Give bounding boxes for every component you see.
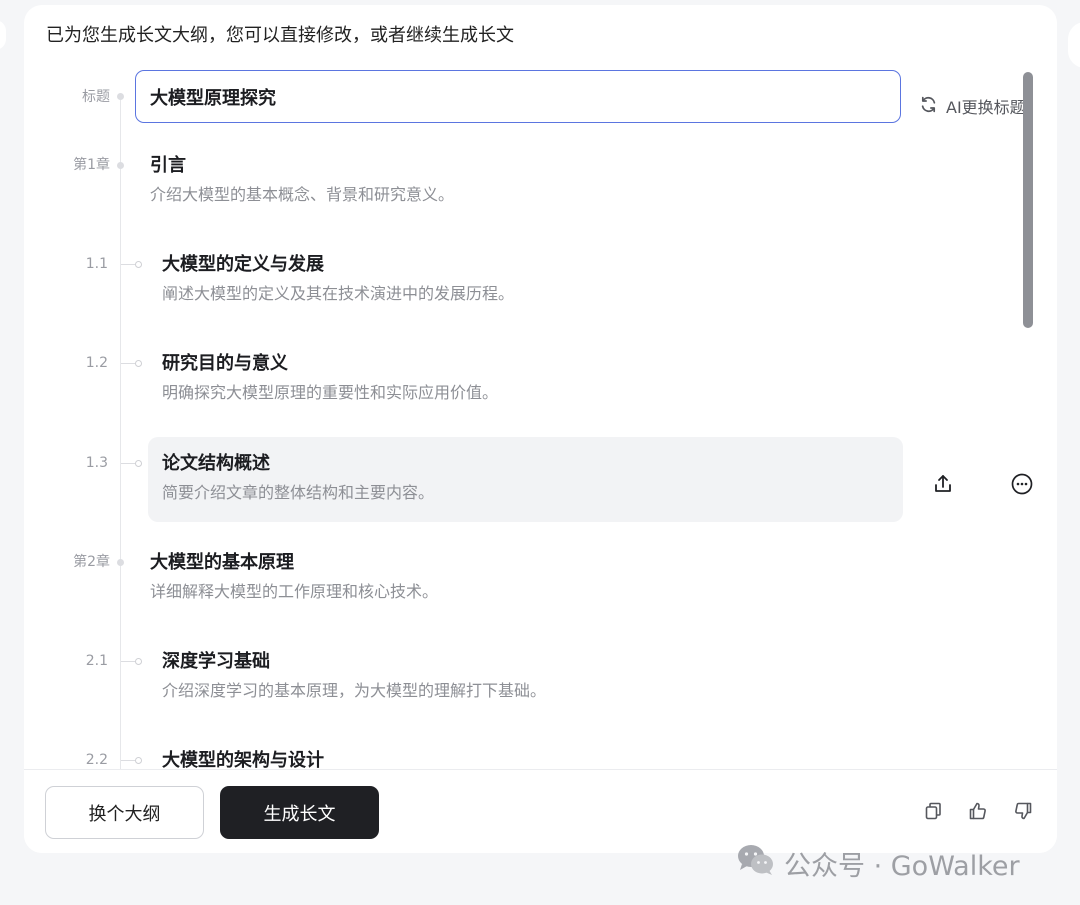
section-1-3-label: 1.3: [85, 455, 108, 471]
outline-scrollbar[interactable]: [1023, 72, 1033, 328]
thumbs-up-icon: [968, 801, 988, 825]
section-2-1-title[interactable]: 深度学习基础: [162, 649, 270, 675]
section-1-2-desc[interactable]: 明确探究大模型原理的重要性和实际应用价值。: [162, 381, 498, 405]
copy-button[interactable]: [922, 802, 944, 824]
outline-list[interactable]: 标题 大模型原理探究 AI更换标题 第1章 引言 介绍大模型的基本概念、背景和研…: [24, 65, 1057, 769]
more-circle-icon: [1010, 472, 1034, 500]
outline-title-input[interactable]: 大模型原理探究: [135, 70, 901, 123]
left-panel-edge: [0, 20, 6, 50]
chapter-2-title[interactable]: 大模型的基本原理: [150, 550, 294, 576]
section-2-1-label: 2.1: [85, 653, 108, 669]
dislike-button[interactable]: [1012, 802, 1034, 824]
right-panel-edge: [1068, 22, 1080, 68]
switch-outline-button[interactable]: 换个大纲: [45, 786, 204, 839]
section-1-3-connector: [121, 463, 135, 464]
timeline-line: [120, 95, 121, 769]
section-2-2-title[interactable]: 大模型的架构与设计: [162, 748, 324, 769]
outline-card: 已为您生成长文大纲，您可以直接修改，或者继续生成长文 标题 大模型原理探究 AI…: [24, 5, 1057, 853]
thumbs-down-icon: [1013, 801, 1033, 825]
generate-article-button[interactable]: 生成长文: [220, 786, 379, 839]
section-1-1-label: 1.1: [85, 256, 108, 272]
title-node-dot: [117, 93, 124, 100]
refresh-icon: [919, 95, 938, 118]
section-1-3-row[interactable]: [148, 437, 903, 522]
chapter-1-desc[interactable]: 介绍大模型的基本概念、背景和研究意义。: [150, 183, 454, 207]
chapter-2-label: 第2章: [73, 554, 110, 570]
action-footer: 换个大纲 生成长文: [24, 769, 1057, 853]
chapter-1-label: 第1章: [73, 157, 110, 173]
section-2-2-node: [135, 757, 142, 764]
section-1-1-desc[interactable]: 阐述大模型的定义及其在技术演进中的发展历程。: [162, 282, 514, 306]
section-2-1-node: [135, 658, 142, 665]
section-1-2-connector: [121, 363, 135, 364]
section-1-3-title[interactable]: 论文结构概述: [162, 451, 270, 477]
ai-retitle-label: AI更换标题: [946, 98, 1026, 117]
wechat-icon: [736, 843, 776, 884]
watermark-text: 公众号 · GoWalker: [784, 851, 1020, 882]
intro-text: 已为您生成长文大纲，您可以直接修改，或者继续生成长文: [46, 25, 514, 46]
section-1-2-node: [135, 360, 142, 367]
section-1-3-node: [135, 460, 142, 467]
chapter-2-desc[interactable]: 详细解释大模型的工作原理和核心技术。: [150, 580, 438, 604]
chapter-1-title[interactable]: 引言: [150, 153, 186, 179]
title-node-label: 标题: [82, 89, 110, 105]
page: 已为您生成长文大纲，您可以直接修改，或者继续生成长文 标题 大模型原理探究 AI…: [0, 0, 1080, 905]
section-2-2-connector: [121, 760, 135, 761]
section-2-2-label: 2.2: [85, 752, 108, 768]
section-2-1-desc[interactable]: 介绍深度学习的基本原理，为大模型的理解打下基础。: [162, 679, 546, 703]
section-1-2-title[interactable]: 研究目的与意义: [162, 351, 288, 377]
copy-icon: [923, 801, 943, 825]
chapter-1-dot: [117, 162, 124, 169]
section-1-3-desc[interactable]: 简要介绍文章的整体结构和主要内容。: [162, 481, 434, 505]
section-1-1-connector: [121, 264, 135, 265]
outline-title-value: 大模型原理探究: [150, 87, 276, 109]
like-button[interactable]: [967, 802, 989, 824]
chapter-2-dot: [117, 559, 124, 566]
section-1-1-title[interactable]: 大模型的定义与发展: [162, 252, 324, 278]
section-2-1-connector: [121, 661, 135, 662]
more-options-button[interactable]: [1008, 472, 1036, 500]
section-1-1-node: [135, 261, 142, 268]
move-out-button[interactable]: [929, 472, 957, 500]
ai-retitle-button[interactable]: AI更换标题: [919, 94, 1026, 118]
upload-icon: [932, 473, 954, 499]
watermark: 公众号 · GoWalker: [736, 843, 1020, 884]
section-1-2-label: 1.2: [85, 355, 108, 371]
